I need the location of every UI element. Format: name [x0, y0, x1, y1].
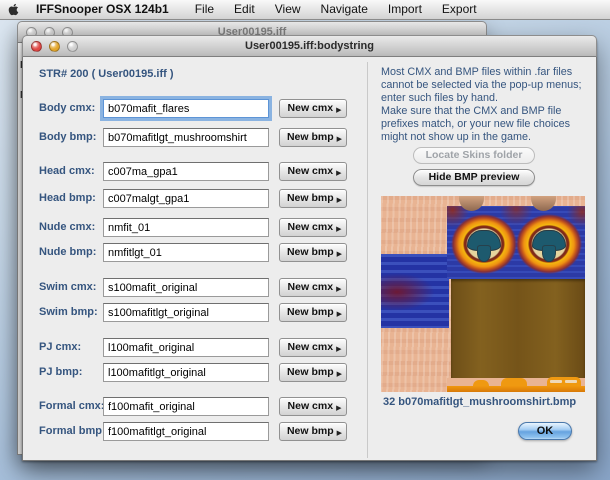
- window-title: User00195.iff:bodystring: [245, 40, 374, 52]
- new-bmp-button[interactable]: New bmp▶: [279, 189, 347, 208]
- swim-cmx-input[interactable]: [103, 278, 269, 297]
- popup-arrow-icon: ▶: [336, 226, 341, 233]
- texture-orange-band: [447, 386, 585, 392]
- menu-import[interactable]: Import: [378, 0, 432, 19]
- texture-pants-region: [451, 279, 585, 378]
- formal-cmx-input[interactable]: [103, 397, 269, 416]
- popup-arrow-icon: ▶: [337, 136, 342, 143]
- new-bmp-button[interactable]: New bmp▶: [279, 128, 347, 147]
- menu-bar: IFFSnooper OSX 124b1 File Edit View Navi…: [0, 0, 610, 20]
- locate-skins-folder-button[interactable]: Locate Skins folder: [413, 147, 535, 164]
- formal-bmp-input[interactable]: [103, 422, 269, 441]
- form-row-pj-cmx: PJ cmx: New cmx▶: [23, 338, 369, 358]
- field-label: Body cmx:: [39, 102, 95, 114]
- field-label: PJ bmp:: [39, 366, 82, 378]
- new-bmp-button[interactable]: New bmp▶: [279, 303, 347, 322]
- bmp-preview-image: [381, 196, 585, 392]
- form-row-pj-bmp: PJ bmp: New bmp▶: [23, 363, 369, 383]
- new-bmp-button[interactable]: New bmp▶: [279, 243, 347, 262]
- new-cmx-button[interactable]: New cmx▶: [279, 162, 347, 181]
- mushroom-stem: [477, 245, 491, 262]
- help-note: Most CMX and BMP files within .far files…: [381, 66, 603, 144]
- popup-arrow-icon: ▶: [336, 107, 341, 114]
- mushroom-medallion: [516, 214, 582, 274]
- shoe-bump: [501, 378, 527, 386]
- field-label: Nude bmp:: [39, 246, 96, 258]
- form-row-nude-cmx: Nude cmx: New cmx▶: [23, 218, 369, 238]
- field-label: Nude cmx:: [39, 221, 95, 233]
- body-bmp-input[interactable]: [103, 128, 269, 147]
- form-row-formal-bmp: Formal bmp: New bmp▶: [23, 422, 369, 442]
- window-titlebar[interactable]: User00195.iff:bodystring: [22, 35, 597, 57]
- new-cmx-button[interactable]: New cmx▶: [279, 338, 347, 357]
- mushroom-stem: [542, 245, 556, 262]
- menu-file[interactable]: File: [185, 0, 224, 19]
- form-row-swim-bmp: Swim bmp: New bmp▶: [23, 303, 369, 323]
- field-label: Swim bmp:: [39, 306, 98, 318]
- nude-bmp-input[interactable]: [103, 243, 269, 262]
- str-resource-label: STR# 200 ( User00195.iff ): [39, 68, 174, 80]
- field-label: Swim cmx:: [39, 281, 96, 293]
- popup-arrow-icon: ▶: [336, 346, 341, 353]
- apple-menu[interactable]: [0, 3, 26, 16]
- new-cmx-button[interactable]: New cmx▶: [279, 397, 347, 416]
- popup-arrow-icon: ▶: [336, 405, 341, 412]
- menu-edit[interactable]: Edit: [224, 0, 265, 19]
- form-row-head-cmx: Head cmx: New cmx▶: [23, 162, 369, 182]
- zoom-icon[interactable]: [67, 41, 78, 52]
- shoe-slot: [565, 380, 577, 383]
- menu-export[interactable]: Export: [432, 0, 487, 19]
- popup-arrow-icon: ▶: [337, 371, 342, 378]
- swim-bmp-input[interactable]: [103, 303, 269, 322]
- new-bmp-button[interactable]: New bmp▶: [279, 422, 347, 441]
- pj-bmp-input[interactable]: [103, 363, 269, 382]
- head-cmx-input[interactable]: [103, 162, 269, 181]
- new-bmp-button[interactable]: New bmp▶: [279, 363, 347, 382]
- popup-arrow-icon: ▶: [336, 170, 341, 177]
- popup-arrow-icon: ▶: [337, 251, 342, 258]
- field-label: Body bmp:: [39, 131, 96, 143]
- close-icon[interactable]: [31, 41, 42, 52]
- form-row-head-bmp: Head bmp: New bmp▶: [23, 189, 369, 209]
- texture-shoe-strip: [447, 378, 585, 386]
- field-label: Formal bmp:: [39, 425, 106, 437]
- popup-arrow-icon: ▶: [337, 311, 342, 318]
- shoe-bump: [547, 377, 581, 386]
- menu-navigate[interactable]: Navigate: [311, 0, 378, 19]
- new-cmx-button[interactable]: New cmx▶: [279, 218, 347, 237]
- window-lights: [31, 41, 78, 52]
- pj-cmx-input[interactable]: [103, 338, 269, 357]
- form-row-swim-cmx: Swim cmx: New cmx▶: [23, 278, 369, 298]
- popup-arrow-icon: ▶: [336, 286, 341, 293]
- preview-caption: 32 b070mafitlgt_mushroomshirt.bmp: [383, 396, 576, 408]
- shoe-slot: [550, 380, 562, 383]
- vertical-divider: [367, 62, 368, 458]
- popup-arrow-icon: ▶: [337, 430, 342, 437]
- field-label: Head cmx:: [39, 165, 95, 177]
- texture-blue-band: [381, 254, 449, 328]
- menu-view[interactable]: View: [265, 0, 311, 19]
- apple-icon: [0, 3, 26, 16]
- field-label: Formal cmx:: [39, 400, 104, 412]
- texture-shirt-region: [447, 206, 585, 279]
- head-bmp-input[interactable]: [103, 189, 269, 208]
- new-cmx-button[interactable]: New cmx▶: [279, 278, 347, 297]
- form-row-nude-bmp: Nude bmp: New bmp▶: [23, 243, 369, 263]
- field-label: Head bmp:: [39, 192, 96, 204]
- body-cmx-input[interactable]: [103, 99, 269, 118]
- new-cmx-button[interactable]: New cmx▶: [279, 99, 347, 118]
- form-row-body-bmp: Body bmp: New bmp▶: [23, 128, 369, 148]
- mushroom-medallion: [451, 214, 517, 274]
- minimize-icon[interactable]: [49, 41, 60, 52]
- hide-bmp-preview-button[interactable]: Hide BMP preview: [413, 169, 535, 186]
- field-label: PJ cmx:: [39, 341, 81, 353]
- nude-cmx-input[interactable]: [103, 218, 269, 237]
- popup-arrow-icon: ▶: [337, 197, 342, 204]
- menu-app-name[interactable]: IFFSnooper OSX 124b1: [26, 0, 185, 19]
- form-row-body-cmx: Body cmx: New cmx▶: [23, 99, 369, 119]
- form-row-formal-cmx: Formal cmx: New cmx▶: [23, 397, 369, 417]
- bodystring-window: User00195.iff:bodystring STR# 200 ( User…: [22, 36, 597, 461]
- ok-button[interactable]: OK: [518, 422, 572, 440]
